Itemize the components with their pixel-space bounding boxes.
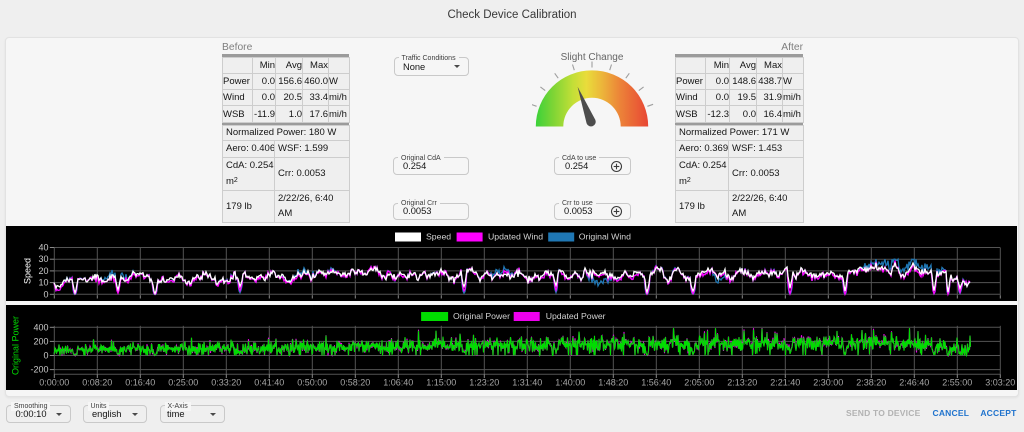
- svg-text:1:56:40: 1:56:40: [641, 378, 671, 388]
- svg-text:Original Wind: Original Wind: [579, 232, 631, 242]
- svg-text:0:00:00: 0:00:00: [39, 378, 69, 388]
- svg-text:Updated Wind: Updated Wind: [488, 232, 543, 242]
- svg-text:Speed: Speed: [426, 232, 451, 242]
- svg-text:20: 20: [38, 266, 48, 276]
- svg-text:1:40:00: 1:40:00: [555, 378, 585, 388]
- svg-text:0:41:40: 0:41:40: [254, 378, 284, 388]
- svg-text:0:58:20: 0:58:20: [340, 378, 370, 388]
- svg-text:Updated Power: Updated Power: [546, 311, 606, 321]
- svg-text:-200: -200: [30, 365, 48, 375]
- svg-text:3:03:20: 3:03:20: [985, 378, 1015, 388]
- svg-text:0: 0: [43, 289, 48, 299]
- svg-text:2:21:40: 2:21:40: [770, 378, 800, 388]
- svg-text:2:55:00: 2:55:00: [942, 378, 972, 388]
- svg-text:0:33:20: 0:33:20: [211, 378, 241, 388]
- svg-text:Original Power: Original Power: [453, 311, 510, 321]
- svg-text:2:46:40: 2:46:40: [899, 378, 929, 388]
- svg-text:2:05:00: 2:05:00: [684, 378, 714, 388]
- svg-text:200: 200: [33, 336, 48, 346]
- svg-text:Original Power: Original Power: [11, 316, 21, 375]
- svg-text:400: 400: [33, 322, 48, 332]
- svg-text:1:06:40: 1:06:40: [383, 378, 413, 388]
- svg-text:0: 0: [43, 351, 48, 361]
- svg-text:0:50:00: 0:50:00: [297, 378, 327, 388]
- svg-text:0:16:40: 0:16:40: [125, 378, 155, 388]
- svg-text:1:23:20: 1:23:20: [469, 378, 499, 388]
- svg-text:2:30:00: 2:30:00: [813, 378, 843, 388]
- svg-text:40: 40: [38, 243, 48, 253]
- svg-text:Speed: Speed: [23, 258, 33, 284]
- svg-text:0:08:20: 0:08:20: [82, 378, 112, 388]
- svg-text:2:13:20: 2:13:20: [727, 378, 757, 388]
- svg-text:10: 10: [38, 278, 48, 288]
- svg-text:0:25:00: 0:25:00: [168, 378, 198, 388]
- svg-text:30: 30: [38, 254, 48, 264]
- svg-text:2:38:20: 2:38:20: [856, 378, 886, 388]
- svg-text:1:31:40: 1:31:40: [512, 378, 542, 388]
- svg-text:1:48:20: 1:48:20: [598, 378, 628, 388]
- svg-text:1:15:00: 1:15:00: [426, 378, 456, 388]
